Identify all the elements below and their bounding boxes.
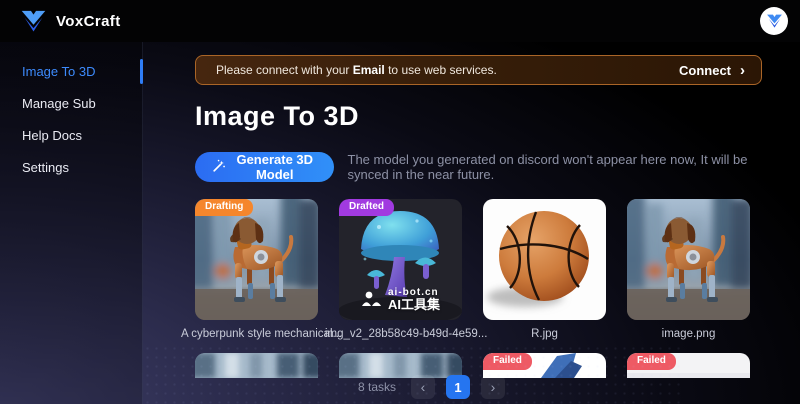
ai-bot-logo-icon	[361, 291, 383, 308]
voxcraft-logo-icon	[20, 10, 47, 32]
task-card-image-png[interactable]: image.png	[627, 199, 750, 340]
thumbnail-cyberpunk-mechanical-dog[interactable]	[627, 199, 750, 320]
task-card-mushroom[interactable]: Drafted ai-bot.cn A	[339, 199, 462, 340]
chevron-right-icon: ›	[740, 63, 745, 78]
actions-row: Generate 3D Model The model you generate…	[195, 152, 762, 182]
sidebar-item-manage-sub[interactable]: Manage Sub	[0, 90, 142, 117]
thumbnail-basketball[interactable]	[483, 199, 606, 320]
status-badge-failed: Failed	[627, 353, 676, 370]
task-caption: img_v2_28b58c49-b49d-4e59...	[325, 328, 476, 340]
main-content: Please connect with your Email to use we…	[143, 42, 800, 404]
status-badge-drafted: Drafted	[339, 199, 394, 216]
page-body: Image To 3D Manage Sub Help Docs Setting…	[0, 42, 800, 404]
email-connect-banner: Please connect with your Email to use we…	[195, 55, 762, 85]
banner-text: Please connect with your Email to use we…	[216, 63, 497, 77]
status-badge-drafting: Drafting	[195, 199, 253, 216]
task-card-basketball[interactable]: R.jpg	[483, 199, 606, 340]
task-caption: R.jpg	[469, 328, 620, 340]
user-avatar[interactable]	[760, 7, 788, 35]
discord-sync-notice: The model you generated on discord won't…	[348, 152, 762, 182]
task-caption: A cyberpunk style mechanical...	[181, 328, 332, 340]
connect-label: Connect	[679, 63, 731, 78]
pagination: 8 tasks ‹ 1 ›	[143, 375, 720, 399]
page-title: Image To 3D	[195, 101, 762, 132]
generate-3d-model-button[interactable]: Generate 3D Model	[195, 152, 334, 182]
generate-button-label: Generate 3D Model	[233, 152, 317, 182]
brand-name: VoxCraft	[56, 13, 121, 30]
task-caption: image.png	[613, 328, 764, 340]
sidebar: Image To 3D Manage Sub Help Docs Setting…	[0, 42, 143, 404]
chevron-left-icon: ‹	[421, 379, 426, 395]
magic-wand-icon	[212, 159, 226, 176]
page-1-button[interactable]: 1	[446, 375, 470, 399]
sidebar-item-label: Help Docs	[22, 128, 82, 143]
next-page-button[interactable]: ›	[481, 375, 505, 399]
task-grid: Drafting A cyberpunk style mechanical...	[195, 199, 762, 340]
sidebar-item-image-to-3d[interactable]: Image To 3D	[0, 58, 142, 85]
task-card-cyberpunk-dog[interactable]: Drafting A cyberpunk style mechanical...	[195, 199, 318, 340]
top-header: VoxCraft	[0, 0, 800, 42]
thumbnail-cyberpunk-mechanical-dog[interactable]: Drafting	[195, 199, 318, 320]
voxcraft-app: VoxCraft Image To 3D Manage Sub Help Doc…	[0, 0, 800, 404]
thumbnail-blue-mushroom[interactable]: Drafted ai-bot.cn A	[339, 199, 462, 320]
prev-page-button[interactable]: ‹	[411, 375, 435, 399]
sidebar-item-help-docs[interactable]: Help Docs	[0, 122, 142, 149]
status-badge-failed: Failed	[483, 353, 532, 370]
connect-button[interactable]: Connect ›	[679, 63, 745, 78]
chevron-right-icon: ›	[491, 379, 496, 395]
sidebar-item-settings[interactable]: Settings	[0, 154, 142, 181]
sidebar-item-label: Manage Sub	[22, 96, 96, 111]
task-count: 8 tasks	[358, 380, 396, 394]
sidebar-item-label: Image To 3D	[22, 64, 95, 79]
sidebar-item-label: Settings	[22, 160, 69, 175]
ai-bot-watermark: ai-bot.cn AI工具集	[339, 288, 462, 312]
watermark-line2: AI工具集	[388, 298, 440, 312]
